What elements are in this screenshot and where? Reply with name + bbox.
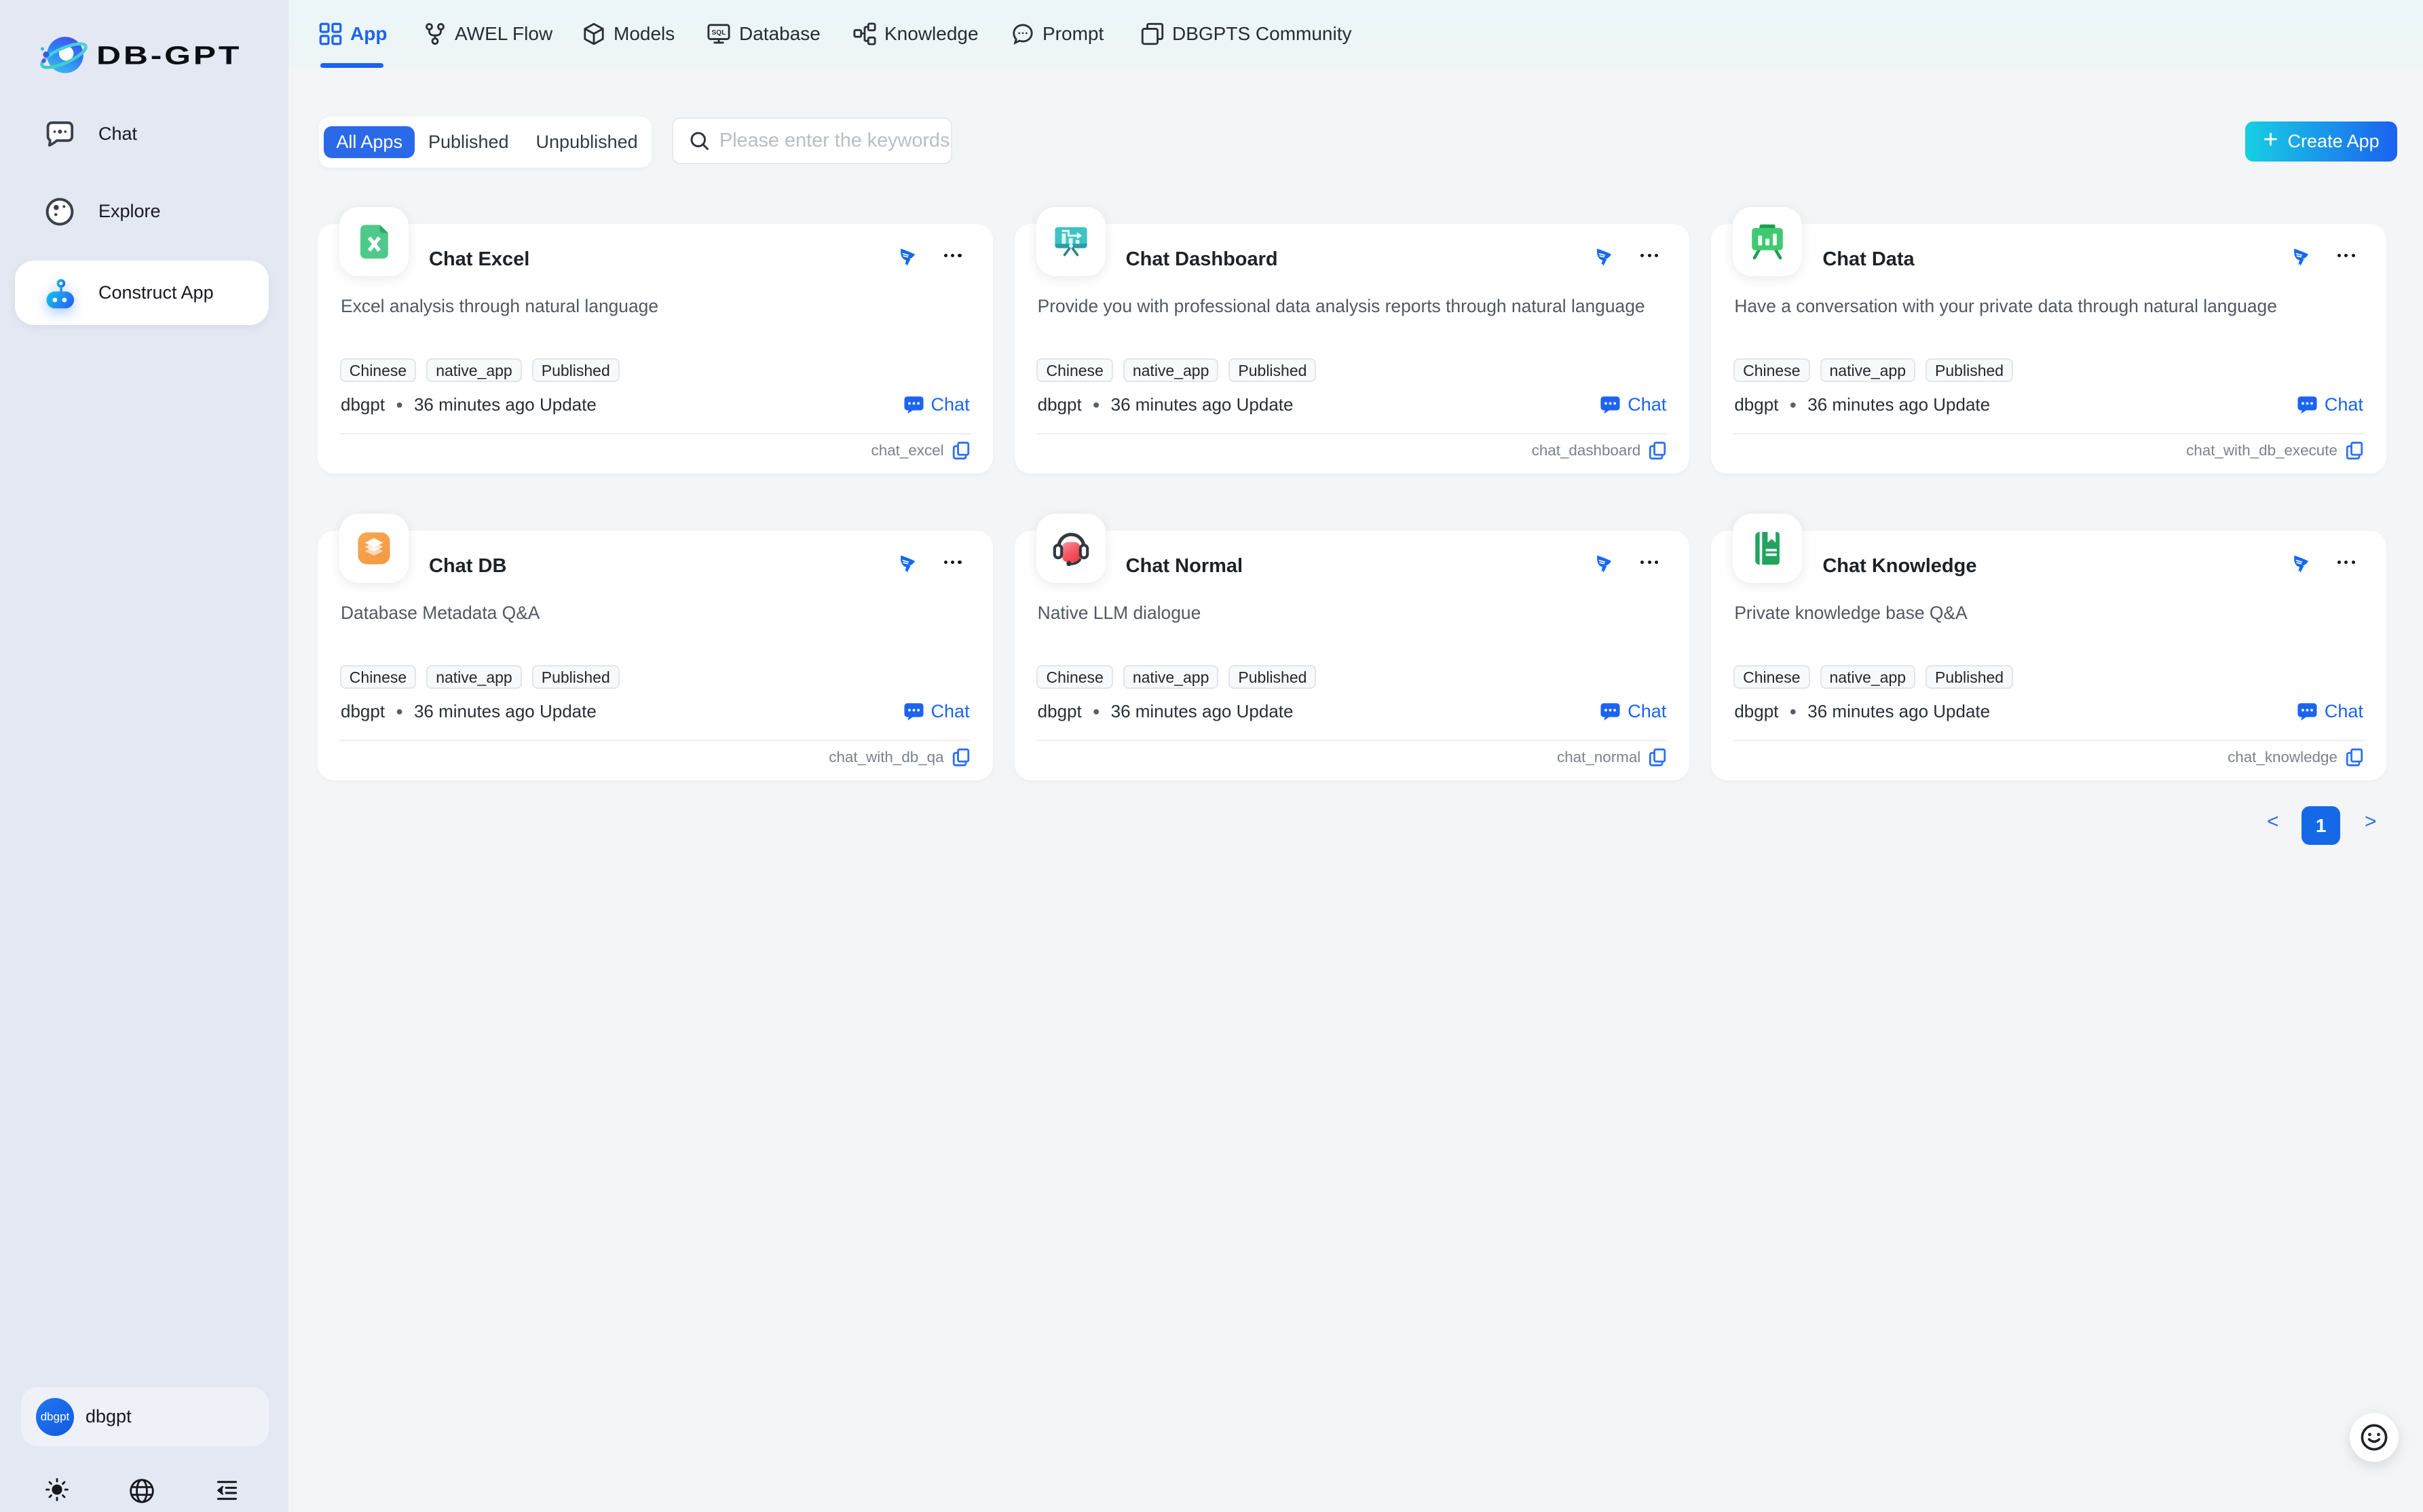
- svg-text:SQL: SQL: [712, 29, 726, 37]
